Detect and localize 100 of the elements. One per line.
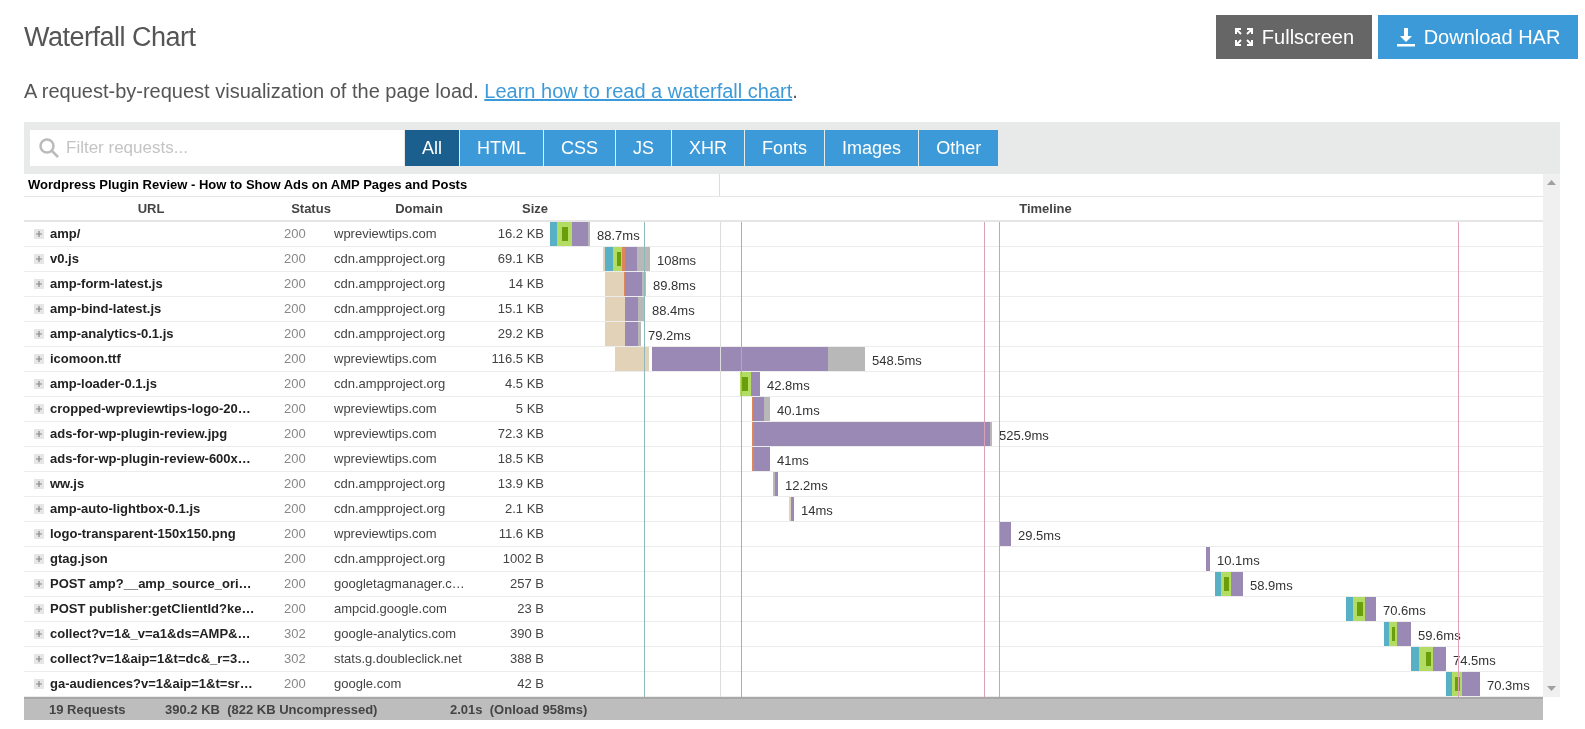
page-title: Waterfall Chart bbox=[24, 21, 196, 54]
status-cell-text: 200 bbox=[284, 575, 307, 594]
domain-cell-text: cdn.ampproject.org bbox=[334, 275, 447, 294]
scroll-down-icon[interactable] bbox=[1547, 686, 1556, 691]
size-cell-text: 2.1 KB bbox=[503, 500, 544, 519]
domain-cell-text: cdn.ampproject.org bbox=[334, 550, 447, 569]
domain-cell-text: googletagmanager.c… bbox=[334, 575, 466, 594]
size-cell-text: 23 B bbox=[516, 600, 544, 619]
size-cell-text: 4.5 KB bbox=[503, 375, 544, 394]
url-cell-text: POST publisher:getClientId?ke… bbox=[50, 600, 256, 619]
help-link[interactable]: Learn how to read a waterfall chart bbox=[484, 80, 793, 102]
scroll-up-icon[interactable] bbox=[1547, 180, 1556, 185]
duration-label: 29.5ms bbox=[1018, 527, 1061, 545]
filter-tab[interactable]: HTML bbox=[460, 130, 543, 166]
url-cell-text: ads-for-wp-plugin-review-600x… bbox=[50, 450, 252, 469]
size-cell-text: 1002 B bbox=[501, 550, 544, 569]
expand-icon[interactable] bbox=[34, 354, 44, 364]
size-cell-text: 388 B bbox=[509, 650, 544, 669]
expand-icon[interactable] bbox=[34, 254, 44, 264]
expand-icon[interactable] bbox=[34, 329, 44, 339]
url-cell-text: amp-bind-latest.js bbox=[50, 300, 163, 319]
duration-label: 108ms bbox=[657, 252, 697, 270]
download-icon bbox=[1395, 27, 1416, 47]
expand-icon[interactable] bbox=[34, 579, 44, 589]
url-cell-text: POST amp?__amp_source_ori… bbox=[50, 575, 253, 594]
domain-cell-text: wpreviewtips.com bbox=[334, 425, 438, 444]
url-cell-text: collect?v=1&aip=1&t=dc&_r=3… bbox=[50, 650, 252, 669]
duration-label: 525.9ms bbox=[999, 427, 1049, 445]
expand-icon[interactable] bbox=[34, 454, 44, 464]
duration-label: 58.9ms bbox=[1250, 577, 1293, 595]
expand-icon[interactable] bbox=[34, 504, 44, 514]
expand-icon[interactable] bbox=[34, 279, 44, 289]
filter-tab[interactable]: Images bbox=[825, 130, 919, 166]
download-button[interactable]: Download HAR bbox=[1378, 15, 1578, 59]
expand-icon[interactable] bbox=[34, 379, 44, 389]
duration-label: 74.5ms bbox=[1453, 652, 1496, 670]
url-cell-text: logo-transparent-150x150.png bbox=[50, 525, 237, 544]
expand-icon[interactable] bbox=[34, 529, 44, 539]
domain-cell-text: cdn.ampproject.org bbox=[334, 375, 447, 394]
domain-cell-text: google.com bbox=[334, 675, 403, 694]
column-header: URL bbox=[136, 199, 166, 218]
filter-tab[interactable]: JS bbox=[616, 130, 672, 166]
expand-icon[interactable] bbox=[34, 404, 44, 414]
url-cell-text: amp-auto-lightbox-0.1.js bbox=[50, 500, 202, 519]
scrollbar[interactable] bbox=[1543, 174, 1560, 697]
size-cell-text: 11.6 KB bbox=[497, 525, 544, 544]
timing-bar bbox=[1346, 597, 1376, 621]
url-cell-text: icomoon.ttf bbox=[50, 350, 122, 369]
size-cell-text: 29.2 KB bbox=[496, 325, 544, 344]
domain-cell-text: cdn.ampproject.org bbox=[334, 250, 447, 269]
domain-cell-text: ampcid.google.com bbox=[334, 600, 448, 619]
size-cell-text: 5 KB bbox=[514, 400, 544, 419]
status-cell-text: 302 bbox=[284, 625, 307, 644]
expand-icon[interactable] bbox=[34, 429, 44, 439]
timing-bar bbox=[1446, 672, 1480, 696]
domain-cell-text: google-analytics.com bbox=[334, 625, 458, 644]
domain-cell-text: wpreviewtips.com bbox=[334, 350, 438, 369]
expand-icon bbox=[1233, 27, 1254, 47]
status-cell-text: 200 bbox=[284, 525, 307, 544]
expand-icon[interactable] bbox=[34, 629, 44, 639]
url-cell-text: gtag.json bbox=[50, 550, 109, 569]
size-cell-text: 18.5 KB bbox=[496, 450, 544, 469]
fullscreen-button[interactable]: Fullscreen bbox=[1216, 15, 1372, 59]
size-cell-text: 14 KB bbox=[507, 275, 544, 294]
duration-label: 89.8ms bbox=[653, 277, 696, 295]
size-cell-text: 15.1 KB bbox=[496, 300, 544, 319]
filter-tab[interactable]: Fonts bbox=[745, 130, 825, 166]
expand-icon[interactable] bbox=[34, 604, 44, 614]
filter-tab[interactable]: All bbox=[405, 130, 459, 166]
status-cell-text: 200 bbox=[284, 550, 307, 569]
filter-tab[interactable]: CSS bbox=[544, 130, 616, 166]
status-cell-text: 200 bbox=[284, 275, 307, 294]
duration-label: 59.6ms bbox=[1418, 627, 1461, 645]
url-cell-text: amp-loader-0.1.js bbox=[50, 375, 158, 394]
duration-label: 70.6ms bbox=[1383, 602, 1426, 620]
expand-icon[interactable] bbox=[34, 304, 44, 314]
timing-bar bbox=[1215, 572, 1243, 596]
status-cell-text: 200 bbox=[284, 375, 307, 394]
expand-icon[interactable] bbox=[34, 554, 44, 564]
filter-tab[interactable]: XHR bbox=[672, 130, 745, 166]
expand-icon[interactable] bbox=[34, 479, 44, 489]
url-cell-text: ga-audiences?v=1&aip=1&t=sr… bbox=[50, 675, 254, 694]
size-cell-text: 257 B bbox=[509, 575, 544, 594]
url-cell-text: amp/ bbox=[50, 225, 82, 244]
duration-label: 41ms bbox=[777, 452, 809, 470]
page-name: Wordpress Plugin Review - How to Show Ads on AMP Pages and Posts bbox=[27, 176, 468, 195]
expand-icon[interactable] bbox=[34, 654, 44, 664]
expand-icon[interactable] bbox=[34, 679, 44, 689]
size-cell-text: 116.5 KB bbox=[490, 350, 544, 369]
duration-label: 79.2ms bbox=[648, 327, 691, 345]
size-cell-text: 42 B bbox=[516, 675, 544, 694]
filter-field[interactable]: Filter requests... bbox=[30, 130, 404, 166]
duration-label: 40.1ms bbox=[777, 402, 820, 420]
expand-icon[interactable] bbox=[34, 229, 44, 239]
filter-tab[interactable]: Other bbox=[919, 130, 999, 166]
domain-cell-text: cdn.ampproject.org bbox=[334, 475, 447, 494]
timing-bar bbox=[1411, 647, 1446, 671]
timing-bar bbox=[773, 472, 778, 496]
duration-label: 10.1ms bbox=[1217, 552, 1260, 570]
load-time: 2.01s (Onload 958ms) bbox=[450, 700, 588, 719]
